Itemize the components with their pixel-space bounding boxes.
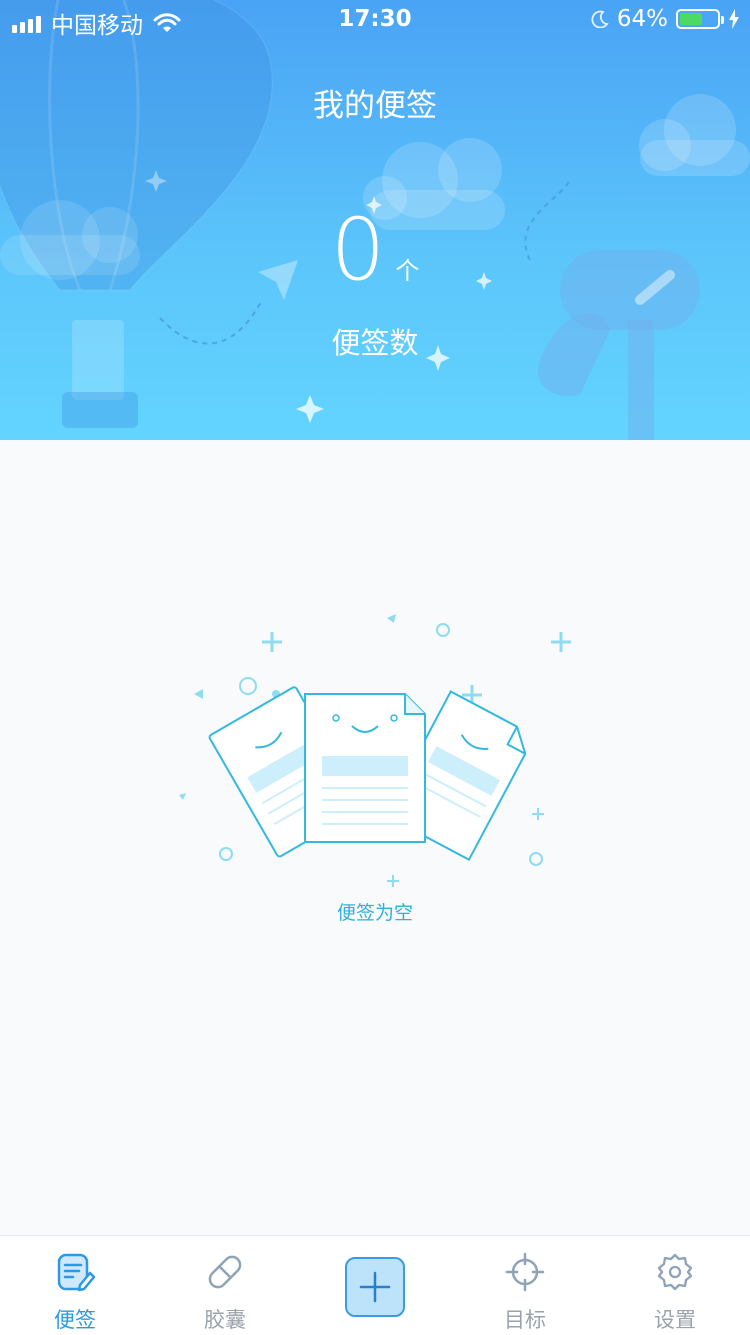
note-count-label: 便签数 [331,326,419,360]
note-count: 0 [330,200,386,300]
battery-percent: 64% [616,6,668,32]
note-count-unit: 个 [395,257,420,285]
page-title: 我的便签 [313,88,437,124]
target-icon [505,1252,545,1292]
moon-icon [591,10,609,28]
tab-settings[interactable]: 设置 [600,1236,750,1335]
tab-capsule-label: 胶囊 [204,1308,246,1332]
note-count-display: 0个 [0,200,750,300]
battery-level [680,13,702,25]
tab-capsule[interactable]: 胶囊 [150,1236,300,1335]
empty-notes-illustration [179,614,571,887]
tab-add[interactable] [300,1236,450,1335]
tab-notes[interactable]: 便签 [0,1236,150,1335]
note-icon [57,1253,96,1292]
capsule-icon [208,1255,242,1289]
bottom-tab-bar: 便签 胶囊 目标 设置 [0,1235,750,1335]
gear-icon [657,1253,693,1291]
battery-icon [676,9,724,29]
charging-icon [729,9,739,29]
empty-state-text: 便签为空 [336,902,413,924]
plus-icon [359,1271,391,1303]
tab-target-label: 目标 [504,1308,546,1332]
header-banner: 中国移动 17:30 64% 我的便签 0个 便签数 [0,0,750,440]
add-note-button[interactable] [345,1257,405,1317]
tab-target[interactable]: 目标 [450,1236,600,1335]
tab-notes-label: 便签 [54,1308,96,1332]
tab-settings-label: 设置 [654,1308,696,1332]
status-bar: 中国移动 17:30 64% [0,0,750,40]
